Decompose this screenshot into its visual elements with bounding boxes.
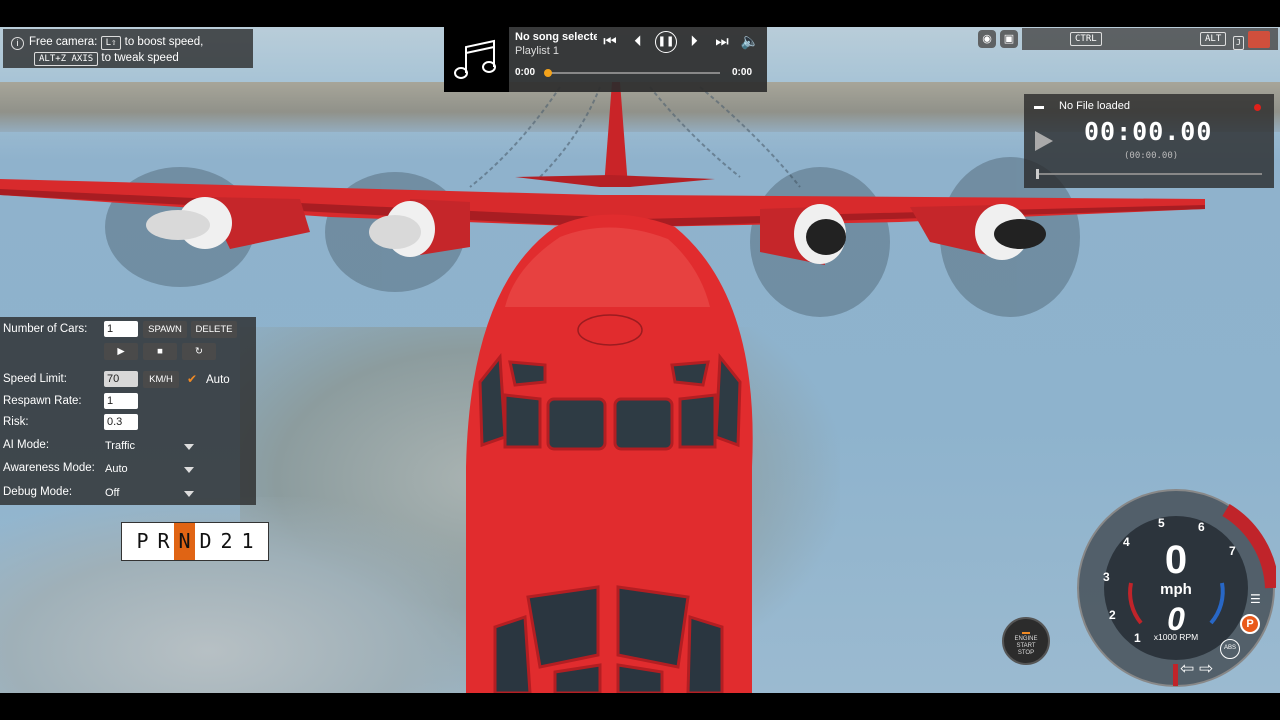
hotkey-bar: CTRL ALT J [1022, 28, 1278, 50]
debug-select[interactable]: Off [105, 487, 197, 499]
respawn-input[interactable]: 1 [104, 393, 138, 409]
skip-start-icon[interactable]: ⏮ [599, 31, 621, 53]
startstop-line-1: ENGINE [1014, 636, 1038, 642]
spawn-button[interactable]: SPAWN [143, 321, 187, 338]
hint-text-boost: to boost speed, [124, 36, 204, 48]
seek-knob[interactable] [544, 69, 552, 77]
axis-key: ALT+Z AXIS [34, 52, 99, 66]
replay-scrubber[interactable] [1036, 169, 1262, 179]
delete-button[interactable]: DELETE [191, 321, 237, 338]
hint-text-prefix: Free camera: [29, 36, 98, 48]
record-pause-icon[interactable] [1248, 31, 1270, 48]
respawn-label: Respawn Rate: [3, 395, 82, 407]
free-camera-hint: i Free camera: L⇧ to boost speed, ALT+Z A… [3, 29, 253, 68]
speed-limit-input[interactable]: 70 [104, 371, 138, 387]
hint-line-1: i Free camera: L⇧ to boost speed, [11, 34, 245, 50]
seek-bar[interactable] [544, 69, 720, 77]
gear-2: 2 [220, 529, 233, 553]
ai-mode-select[interactable]: Traffic [105, 440, 197, 452]
parking-brake-icon: P [1240, 614, 1260, 634]
gear-1: 1 [241, 529, 254, 553]
playback-controls: ⏮ ⏴ ❚❚ ⏵ ⏭ 🔈 [599, 31, 761, 53]
rpm-tick-5: 5 [1158, 516, 1165, 530]
j-key: J [1233, 36, 1244, 50]
camera-icons: ◉ ▣ [978, 30, 1018, 48]
song-title: No song selecte [515, 31, 597, 43]
alt-key: ALT [1200, 32, 1227, 46]
num-cars-label: Number of Cars: [3, 323, 88, 335]
previous-icon[interactable]: ⏴ [627, 31, 649, 53]
time-current: 0:00 [515, 67, 536, 78]
hint-line-2: ALT+Z AXIS to tweak speed [11, 50, 245, 66]
speed-unit-button[interactable]: KM/H [143, 371, 179, 388]
letterbox-top [0, 0, 1280, 27]
startstop-line-2: START [1016, 643, 1036, 649]
abs-icon: ABS [1220, 639, 1240, 659]
num-cars-input[interactable]: 1 [104, 321, 138, 337]
refresh-icon[interactable]: ↻ [182, 343, 216, 360]
skip-end-icon[interactable]: ⏭ [711, 31, 733, 53]
camera-icon: ▬ [1034, 101, 1044, 112]
speed-unit: mph [1160, 581, 1192, 598]
gear-d: D [199, 529, 212, 553]
album-art [444, 27, 509, 92]
file-status: No File loaded [1059, 100, 1130, 112]
auto-checkbox[interactable]: ✔ [187, 373, 200, 386]
auto-label: Auto [206, 374, 230, 386]
awareness-select[interactable]: Auto [105, 463, 197, 475]
boost-key: L⇧ [100, 36, 122, 50]
playlist-name: Playlist 1 [515, 45, 560, 57]
gear-n-active: N [174, 523, 195, 560]
rpm-tick-6: 6 [1198, 520, 1205, 534]
stop-icon[interactable]: ■ [143, 343, 177, 360]
timer-sub: (00:00.00) [1124, 151, 1179, 161]
music-note-icon [454, 39, 496, 79]
info-icon: i [11, 37, 24, 50]
ctrl-key: CTRL [1070, 32, 1102, 46]
awareness-label: Awareness Mode: [3, 462, 95, 474]
headlight-icon: ☰ [1250, 592, 1261, 606]
engine-led [1022, 632, 1030, 634]
car-icon[interactable]: ▣ [1000, 30, 1018, 48]
letterbox-bottom [0, 693, 1280, 720]
eye-icon[interactable]: ◉ [978, 30, 996, 48]
time-total: 0:00 [732, 67, 753, 78]
record-dot-icon[interactable] [1254, 104, 1261, 111]
replay-timer: ▬ No File loaded 00:00.00 (00:00.00) [1024, 94, 1274, 188]
debug-label: Debug Mode: [3, 486, 73, 498]
engine-start-stop-button[interactable]: ENGINE START STOP [1002, 617, 1050, 665]
speed-gauge: 1 2 3 4 5 6 7 0 mph 0 x1000 RPM ☰ P ABS … [1076, 488, 1279, 688]
risk-input[interactable]: 0.3 [104, 414, 138, 430]
play-icon[interactable] [1035, 131, 1053, 151]
ai-mode-label: AI Mode: [3, 439, 50, 451]
volume-icon[interactable]: 🔈 [739, 31, 761, 53]
hint-text-tweak: to tweak speed [101, 52, 179, 64]
pause-icon[interactable]: ❚❚ [655, 31, 677, 53]
turn-signal-icons: ⇦ ⇨ [1180, 659, 1214, 678]
gear-indicator: P R N D 2 1 [121, 522, 269, 561]
gear-r: R [157, 529, 170, 553]
traffic-panel: Number of Cars: 1 SPAWN DELETE ▶ ■ ↻ Spe… [0, 317, 256, 505]
timer-main: 00:00.00 [1084, 117, 1213, 146]
risk-label: Risk: [3, 416, 29, 428]
gear-p: P [136, 529, 149, 553]
speed-limit-label: Speed Limit: [3, 373, 67, 385]
startstop-line-3: STOP [1017, 650, 1035, 656]
play-icon[interactable]: ▶ [104, 343, 138, 360]
music-player: No song selecte Playlist 1 ⏮ ⏴ ❚❚ ⏵ ⏭ 🔈 … [444, 27, 767, 92]
next-icon[interactable]: ⏵ [683, 31, 705, 53]
speed-value: 0 [1164, 538, 1188, 582]
